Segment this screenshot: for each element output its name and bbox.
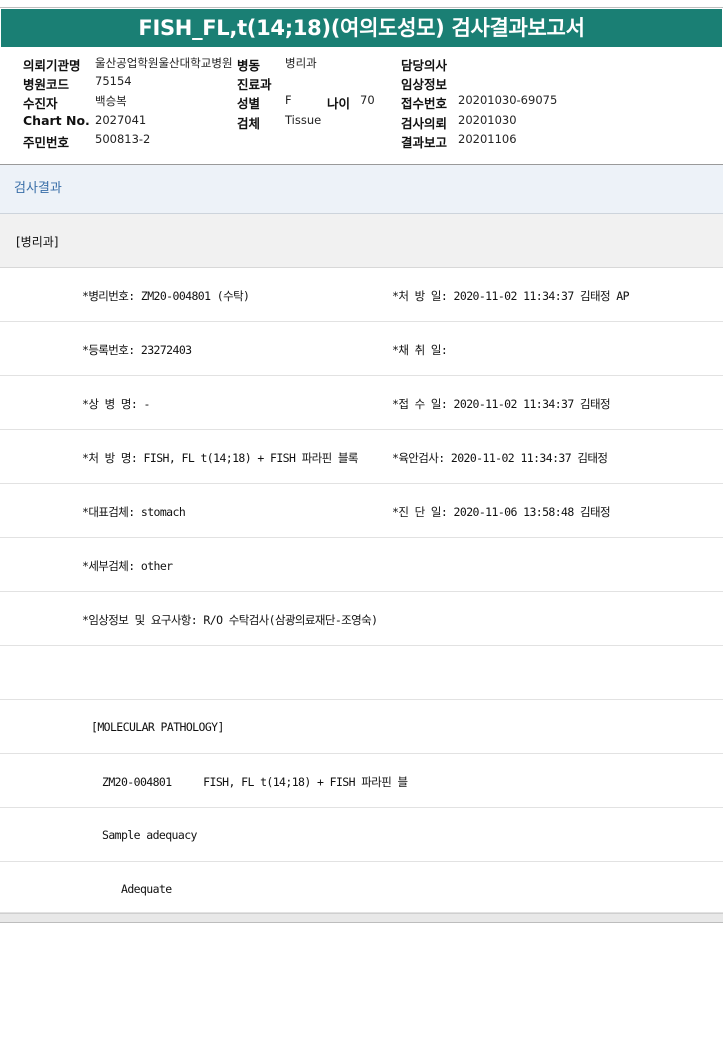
molecular-header: [MOLECULAR PATHOLOGY]	[91, 720, 224, 734]
hospital-code-value: 75154	[95, 74, 132, 88]
result-row: *처 방 명: FISH, FL t(14;18) + FISH 파라핀 블록 …	[0, 430, 723, 484]
pathology-number: *병리번호: ZM20-004801 (수탁)	[82, 289, 250, 303]
receipt-value: 20201030-69075	[458, 93, 558, 107]
result-row: *임상정보 및 요구사항: R/O 수탁검사(삼광의료재단-조영숙)	[0, 592, 723, 646]
main-specimen: *대표검체: stomach	[82, 505, 186, 519]
result-row: *대표검체: stomach *진 단 일: 2020-11-06 13:58:…	[0, 484, 723, 538]
diagnosis-date: *진 단 일: 2020-11-06 13:58:48 김태정	[392, 505, 611, 519]
clinical-info: *임상정보 및 요구사항: R/O 수탁검사(삼광의료재단-조영숙)	[82, 613, 378, 627]
header-row-1: 의뢰기관명 울산공업학원울산대학교병원 병동 병리과 담당의사	[0, 55, 723, 74]
gross-exam: *육안검사: 2020-11-02 11:34:37 김태정	[392, 451, 608, 465]
registration-number: *등록번호: 23272403	[82, 343, 192, 357]
hospital-code-label: 병원코드	[23, 77, 70, 92]
prescription-name: *처 방 명: FISH, FL t(14;18) + FISH 파라핀 블록	[82, 451, 358, 465]
patient-value: 백승복	[95, 94, 127, 108]
result-row: *병리번호: ZM20-004801 (수탁) *처 방 일: 2020-11-…	[0, 268, 723, 322]
report-header: 의뢰기관명 울산공업학원울산대학교병원 병동 병리과 담당의사 병원코드 751…	[0, 55, 723, 155]
clinical-label: 임상정보	[401, 77, 448, 92]
header-row-4: Chart No. 2027041 검체 Tissue 검사의뢰 2020103…	[0, 113, 723, 132]
report-title: FISH_FL,t(14;18)(여의도성모) 검사결과보고서	[1, 9, 722, 47]
sex-value: F	[285, 93, 292, 107]
resident-label: 주민번호	[23, 135, 70, 150]
ward-label: 병동	[237, 58, 261, 73]
report-value: 20201106	[458, 132, 517, 146]
report-label: 결과보고	[401, 135, 448, 150]
age-label: 나이	[327, 96, 351, 111]
patient-label: 수진자	[23, 96, 58, 111]
chart-value: 2027041	[95, 113, 147, 127]
result-row: *세부검체: other	[0, 538, 723, 592]
institution-value: 울산공업학원울산대학교병원	[95, 56, 233, 70]
prescription-date: *처 방 일: 2020-11-02 11:34:37 김태정 AP	[392, 289, 630, 303]
collection-date: *채 취 일:	[392, 343, 448, 357]
adequate-value: Adequate	[121, 882, 172, 896]
institution-label: 의뢰기관명	[23, 58, 81, 73]
header-row-2: 병원코드 75154 진료과 임상정보	[0, 74, 723, 93]
result-row: *등록번호: 23272403 *채 취 일:	[0, 322, 723, 376]
doctor-label: 담당의사	[401, 58, 448, 73]
section-header: 검사결과	[0, 165, 723, 214]
result-row: ZM20-004801 FISH, FL t(14;18) + FISH 파라핀…	[0, 754, 723, 808]
request-value: 20201030	[458, 113, 517, 127]
resident-value: 500813-2	[95, 132, 151, 146]
department-label: [병리과]	[16, 235, 59, 249]
result-row: Adequate	[0, 862, 723, 913]
sample-adequacy: Sample adequacy	[102, 828, 197, 842]
sub-specimen: *세부검체: other	[82, 559, 173, 573]
disease-name: *상 병 명: -	[82, 397, 150, 411]
result-row: [MOLECULAR PATHOLOGY]	[0, 700, 723, 754]
receipt-date: *접 수 일: 2020-11-02 11:34:37 김태정	[392, 397, 611, 411]
molecular-line: ZM20-004801 FISH, FL t(14;18) + FISH 파라핀…	[102, 775, 408, 789]
result-row: *상 병 명: - *접 수 일: 2020-11-02 11:34:37 김태…	[0, 376, 723, 430]
sex-label: 성별	[237, 96, 261, 111]
top-border	[0, 0, 723, 8]
request-label: 검사의뢰	[401, 116, 448, 131]
chart-label: Chart No.	[23, 113, 90, 128]
empty-row	[0, 646, 723, 700]
specimen-label: 검체	[237, 116, 261, 131]
department-row: [병리과]	[0, 214, 723, 268]
section-title: 검사결과	[14, 181, 62, 196]
bottom-divider	[0, 913, 723, 923]
ward-value: 병리과	[285, 56, 317, 70]
age-value: 70	[360, 93, 375, 107]
header-row-3: 수진자 백승복 성별 F 나이 70 접수번호 20201030-69075	[0, 93, 723, 112]
header-row-5: 주민번호 500813-2 결과보고 20201106	[0, 132, 723, 151]
receipt-label: 접수번호	[401, 96, 448, 111]
dept-label: 진료과	[237, 77, 272, 92]
specimen-value: Tissue	[285, 113, 322, 127]
result-row: Sample adequacy	[0, 808, 723, 862]
